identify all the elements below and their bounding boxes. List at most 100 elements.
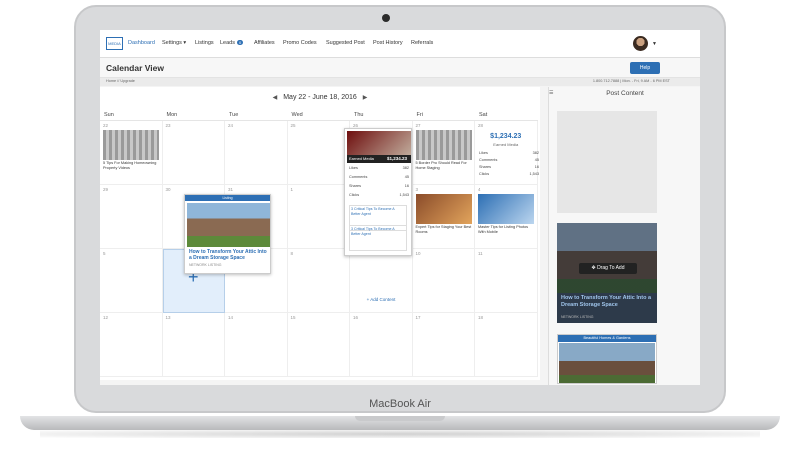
top-nav: MEDIA Dashboard Settings ▾ Listings Lead…	[100, 30, 700, 58]
day-header-wed: Wed	[287, 109, 350, 121]
logo[interactable]: MEDIA	[106, 37, 123, 50]
stat-name: Clicks	[349, 193, 360, 197]
content-slot[interactable]	[557, 111, 657, 213]
day-number: 10	[415, 251, 421, 256]
listing-post-card[interactable]: Listing How to Transform Your Attic Into …	[184, 194, 271, 274]
post-caption: Master Tips for Listing Photos With Mobi…	[478, 225, 529, 234]
post-caption: 5 Border Pro Should Read For Home Stagin…	[415, 161, 467, 170]
next-arrow-icon[interactable]: ▶	[363, 95, 368, 101]
nav-settings[interactable]: Settings ▾	[162, 40, 186, 46]
calendar-cell[interactable]: 22 5 Tips For Making Homeowning Property …	[100, 121, 163, 185]
stat-value: 45	[404, 175, 409, 179]
drag-to-add-button[interactable]: ✥ Drag To Add	[579, 263, 637, 274]
page-title: Calendar View	[106, 63, 164, 73]
nav-leads-label: Leads	[220, 40, 235, 46]
nav-referrals[interactable]: Referrals	[411, 40, 433, 46]
day-number: 28	[478, 123, 484, 128]
nav-promo-codes[interactable]: Promo Codes	[283, 40, 317, 46]
stat-row: Shares 16	[349, 184, 409, 188]
calendar-cell[interactable]: 1	[287, 185, 350, 249]
stat-row: Clicks 1,543	[479, 172, 539, 176]
brand-label: MacBook Air	[369, 398, 431, 410]
stat-value: 1,543	[399, 193, 409, 197]
day-header-mon: Mon	[162, 109, 225, 121]
calendar-cell[interactable]: 13	[162, 313, 225, 377]
day-number: 11	[478, 251, 483, 256]
calendar-cell[interactable]: 16	[350, 313, 413, 377]
stat-row: Clicks 1,543	[349, 193, 409, 197]
post-thumbnail[interactable]	[103, 130, 159, 160]
calendar-cell[interactable]: 8	[287, 249, 350, 313]
chevron-down-icon[interactable]: ▼	[652, 41, 657, 47]
post-thumbnail[interactable]	[478, 194, 534, 224]
avatar[interactable]	[633, 36, 648, 51]
calendar-cell[interactable]: 4 Master Tips for Listing Photos With Mob…	[475, 185, 538, 249]
post-thumbnail[interactable]	[415, 194, 472, 224]
day-number: 13	[165, 315, 171, 320]
calendar-cell[interactable]: 14	[225, 313, 288, 377]
day-header-sat: Sat	[475, 109, 538, 121]
calendar-cell[interactable]: 11	[475, 249, 538, 313]
stat-name: Likes	[349, 166, 358, 170]
nav-suggested-post[interactable]: Suggested Post	[326, 40, 365, 46]
laptop-shadow	[40, 430, 760, 438]
draggable-post-card[interactable]: ✥ Drag To Add How to Transform Your Atti…	[557, 223, 657, 323]
stat-value: 382	[532, 151, 539, 155]
calendar-cell[interactable]: 15	[287, 313, 350, 377]
stat-name: Shares	[349, 184, 362, 188]
stat-row: Shares 16	[479, 165, 539, 169]
calendar-cell[interactable]: 27 5 Border Pro Should Read For Home Stag…	[412, 121, 475, 185]
stat-value: 45	[534, 158, 539, 162]
earned-amount: $1,234.23	[386, 156, 407, 161]
calendar-cell[interactable]: 5	[100, 249, 163, 313]
nav-dashboard[interactable]: Dashboard	[128, 40, 155, 46]
calendar-cell[interactable]: 29	[100, 185, 163, 249]
stat-name: Comments	[479, 158, 498, 162]
nav-post-history[interactable]: Post History	[373, 40, 403, 46]
day-number: 12	[103, 315, 109, 320]
contact-info: 1.800.712.7888 | Mon. - Fri, 9 AM - 6 PM…	[592, 79, 670, 83]
day-number: 14	[228, 315, 234, 320]
prev-arrow-icon[interactable]: ◀	[273, 95, 278, 101]
day-number: 17	[415, 315, 421, 320]
post-stats-card[interactable]: Earned Media $1,234.23 Likes 382 Comments 45 S…	[344, 128, 412, 256]
nav-affiliates[interactable]: Affiliates	[254, 40, 275, 46]
calendar-cell[interactable]: 24	[225, 121, 288, 185]
calendar-cell[interactable]: 25	[287, 121, 350, 185]
day-header-fri: Fri	[412, 109, 475, 121]
post-card-small[interactable]: Beautiful Homes & Gardens	[557, 334, 657, 384]
calendar-cell[interactable]: 9+ Add Content	[350, 249, 413, 313]
day-number: 4	[478, 187, 481, 192]
day-number: 27	[415, 123, 421, 128]
post-title: How to Transform Your Attic Into a Dream…	[561, 295, 652, 308]
day-number: 1	[290, 187, 294, 192]
breadcrumb[interactable]: Home // Upgrade	[106, 79, 135, 83]
screen: MEDIA Dashboard Settings ▾ Listings Lead…	[100, 30, 700, 385]
calendar-cell[interactable]: 17	[412, 313, 475, 377]
post-thumbnail[interactable]	[415, 130, 472, 160]
help-button[interactable]: Help	[630, 62, 660, 74]
calendar-cell[interactable]: 18	[475, 313, 538, 377]
post-tag: Listing	[185, 195, 270, 201]
mini-post[interactable]: 3 Critical Tips To Become A Better Agent	[349, 225, 407, 251]
day-header-thu: Thu	[350, 109, 413, 121]
stat-value: 16	[534, 165, 539, 169]
nav-listings[interactable]: Listings	[195, 40, 214, 46]
stat-row: Likes 382	[479, 151, 539, 155]
day-number: 30	[165, 187, 171, 192]
day-header-tue: Tue	[225, 109, 288, 121]
day-number: 5	[103, 251, 106, 256]
nav-leads[interactable]: Leads 0	[220, 40, 244, 46]
date-range: May 22 - June 18, 2016	[283, 94, 357, 101]
post-title: How to Transform Your Attic Into a Dream…	[189, 249, 267, 261]
post-content-panel: ☰ Post Content ✥ Drag To Add How to Tran…	[548, 87, 700, 385]
post-image	[187, 203, 270, 247]
calendar-cell[interactable]: 12	[100, 313, 163, 377]
calendar-cell[interactable]: 23	[162, 121, 225, 185]
add-content-button[interactable]: + Add Content	[354, 297, 408, 302]
calendar-cell[interactable]: 28 $1,234.23 Earned Media Likes 382 Comments 4…	[475, 121, 539, 185]
leads-badge: 0	[237, 40, 244, 45]
calendar-header: ◀ May 22 - June 18, 2016 ▶	[100, 87, 540, 109]
calendar-cell[interactable]: 3 Expert Tips for Staging Your Best Rooms	[412, 185, 475, 249]
calendar-cell[interactable]: 10	[412, 249, 475, 313]
